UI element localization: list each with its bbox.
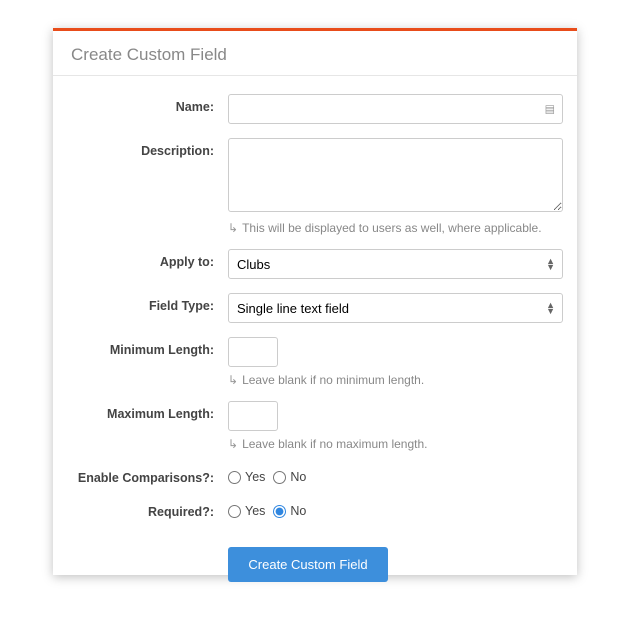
description-hint: ↳This will be displayed to users as well… <box>228 221 563 235</box>
label-enable-comparisons: Enable Comparisons?: <box>53 465 228 485</box>
reply-arrow-icon: ↳ <box>228 221 238 235</box>
label-max-length: Maximum Length: <box>53 401 228 451</box>
required-yes[interactable]: Yes <box>228 504 265 518</box>
required-no[interactable]: No <box>273 504 306 518</box>
label-name: Name: <box>53 94 228 124</box>
row-description: Description: ↳This will be displayed to … <box>53 138 563 235</box>
enable-comparisons-group: Yes No <box>228 465 563 484</box>
label-field-type: Field Type: <box>53 293 228 323</box>
panel: Create Custom Field Name: ▤ Description:… <box>53 28 577 575</box>
required-group: Yes No <box>228 499 563 518</box>
required-yes-radio[interactable] <box>228 505 241 518</box>
description-input[interactable] <box>228 138 563 212</box>
max-length-hint: ↳Leave blank if no maximum length. <box>228 437 563 451</box>
page-title: Create Custom Field <box>53 31 577 76</box>
enable-comparisons-yes-radio[interactable] <box>228 471 241 484</box>
field-type-select[interactable]: Single line text field <box>228 293 563 323</box>
reply-arrow-icon: ↳ <box>228 373 238 387</box>
create-custom-field-form: Name: ▤ Description: ↳This will be displ… <box>53 76 577 582</box>
row-max-length: Maximum Length: ↳Leave blank if no maxim… <box>53 401 563 451</box>
enable-comparisons-yes[interactable]: Yes <box>228 470 265 484</box>
max-length-input[interactable] <box>228 401 278 431</box>
submit-row: Create Custom Field <box>53 547 563 582</box>
label-apply-to: Apply to: <box>53 249 228 279</box>
row-field-type: Field Type: Single line text field ▲▼ <box>53 293 563 323</box>
label-description: Description: <box>53 138 228 235</box>
app-container: Create Custom Field Name: ▤ Description:… <box>0 0 621 618</box>
enable-comparisons-no[interactable]: No <box>273 470 306 484</box>
row-enable-comparisons: Enable Comparisons?: Yes No <box>53 465 563 485</box>
row-required: Required?: Yes No <box>53 499 563 519</box>
min-length-input[interactable] <box>228 337 278 367</box>
min-length-hint: ↳Leave blank if no minimum length. <box>228 373 563 387</box>
name-input[interactable] <box>228 94 563 124</box>
enable-comparisons-no-radio[interactable] <box>273 471 286 484</box>
row-min-length: Minimum Length: ↳Leave blank if no minim… <box>53 337 563 387</box>
create-custom-field-button[interactable]: Create Custom Field <box>228 547 387 582</box>
row-apply-to: Apply to: Clubs ▲▼ <box>53 249 563 279</box>
label-min-length: Minimum Length: <box>53 337 228 387</box>
reply-arrow-icon: ↳ <box>228 437 238 451</box>
label-required: Required?: <box>53 499 228 519</box>
row-name: Name: ▤ <box>53 94 563 124</box>
apply-to-select[interactable]: Clubs <box>228 249 563 279</box>
required-no-radio[interactable] <box>273 505 286 518</box>
